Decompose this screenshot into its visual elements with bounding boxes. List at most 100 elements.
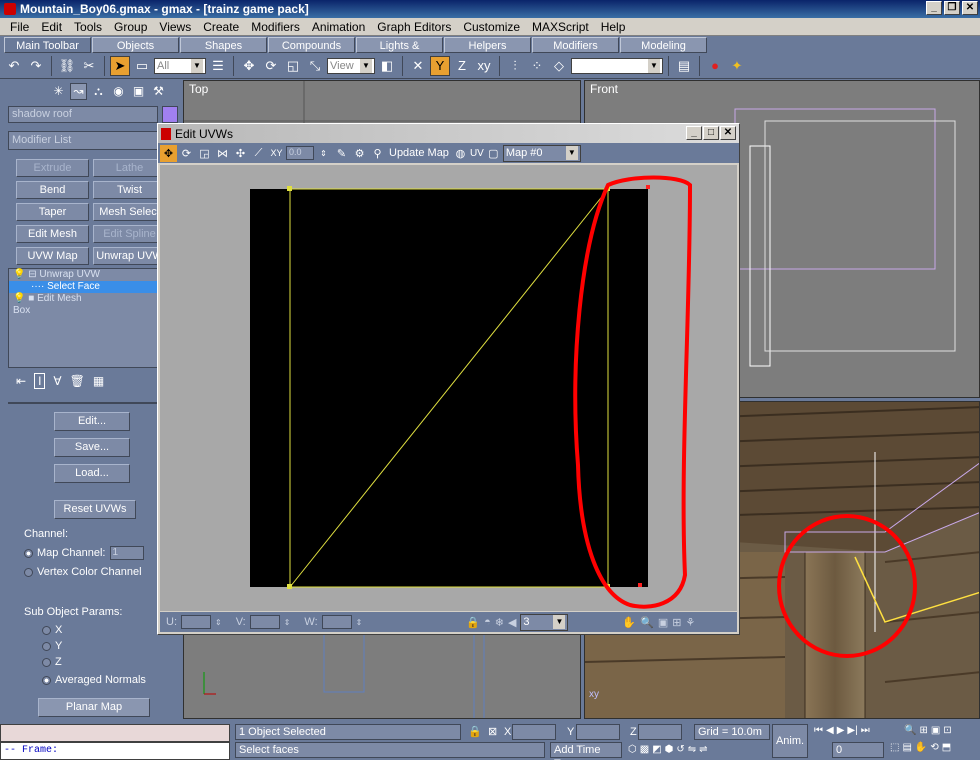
- zoom-all-icon[interactable]: ⊞: [919, 725, 927, 736]
- object-name-field[interactable]: shadow roof: [8, 106, 158, 123]
- reset-uvws-button[interactable]: Reset UVWs: [54, 500, 136, 519]
- axis-xy-icon[interactable]: xy: [474, 56, 494, 76]
- map-select[interactable]: Map #0 ▼: [502, 144, 581, 162]
- axis-z-radio[interactable]: Z: [42, 656, 62, 668]
- uvw-scale-icon[interactable]: ◲: [196, 145, 213, 162]
- edit-spline-button[interactable]: Edit Spline: [93, 225, 166, 243]
- pivot-icon[interactable]: ◧: [377, 56, 397, 76]
- tab-shapes[interactable]: Shapes: [180, 37, 267, 53]
- lathe-button[interactable]: Lathe: [93, 159, 166, 177]
- select-by-name-icon[interactable]: ☰: [208, 56, 228, 76]
- save-button[interactable]: Save...: [54, 438, 130, 457]
- mesh-select-button[interactable]: Mesh Select: [93, 203, 166, 221]
- uvw-draw-icon[interactable]: ⟋: [250, 145, 267, 162]
- material-editor-icon[interactable]: ●: [705, 56, 725, 76]
- uvw-break-icon[interactable]: ✣: [232, 145, 249, 162]
- u-spinner[interactable]: [181, 615, 211, 629]
- uvw-spinner-field[interactable]: 0.0: [286, 146, 314, 160]
- freeze-icon[interactable]: ❄: [495, 616, 504, 629]
- x-coord-field[interactable]: [512, 724, 556, 740]
- y-coord-field[interactable]: [576, 724, 620, 740]
- add-time-tag-button[interactable]: Add Time Tag: [550, 742, 622, 760]
- edit-mesh-button[interactable]: Edit Mesh: [16, 225, 89, 243]
- nav-tool-2-icon[interactable]: ⇋: [688, 744, 696, 755]
- menu-help[interactable]: Help: [595, 20, 632, 34]
- unwrap-uvw-button[interactable]: Unwrap UVW: [93, 247, 166, 265]
- uvw-weld-icon[interactable]: ⚲: [369, 145, 386, 162]
- map-channel-spinner[interactable]: 1: [109, 546, 144, 560]
- menu-tools[interactable]: Tools: [68, 20, 108, 34]
- pan-view-icon[interactable]: ✋: [915, 742, 927, 753]
- restore-button[interactable]: ❐: [944, 1, 960, 15]
- menu-customize[interactable]: Customize: [457, 20, 526, 34]
- region-zoom-icon[interactable]: ⬚: [890, 742, 899, 753]
- hierarchy-tab-icon[interactable]: ⛬: [90, 83, 107, 100]
- undo-icon[interactable]: ↶: [4, 56, 24, 76]
- v-spin-arrows-icon[interactable]: ⇕: [284, 618, 291, 627]
- vertex-color-radio[interactable]: Vertex Color Channel: [24, 566, 142, 578]
- viewport-label[interactable]: Front: [590, 82, 618, 96]
- menu-animation[interactable]: Animation: [306, 20, 371, 34]
- uvw-editor-canvas[interactable]: [160, 165, 737, 611]
- zoom-extents-all-icon[interactable]: ⊡: [943, 725, 951, 736]
- z-coord-field[interactable]: [638, 724, 682, 740]
- uvw-xy-icon[interactable]: XY: [268, 145, 285, 162]
- make-unique-icon[interactable]: ∀: [53, 374, 61, 388]
- tab-main-toolbar[interactable]: Main Toolbar: [4, 37, 91, 53]
- render-icon[interactable]: ✦: [727, 56, 747, 76]
- arc-rotate-icon[interactable]: ⟲: [930, 742, 938, 753]
- map-channel-radio[interactable]: Map Channel: 1: [24, 546, 144, 560]
- viewport-label[interactable]: Top: [189, 82, 208, 96]
- spinner-snap-icon[interactable]: ⬢: [665, 744, 674, 755]
- uvw-pick-icon[interactable]: ✎: [333, 145, 350, 162]
- create-tab-icon[interactable]: ✳: [50, 83, 67, 100]
- axis-x-radio[interactable]: X: [42, 624, 62, 636]
- pin-stack-icon[interactable]: ⇤: [16, 374, 26, 388]
- animate-button[interactable]: Anim.: [772, 724, 808, 758]
- maximize-viewport-icon[interactable]: ⬒: [942, 742, 951, 753]
- axis-y-icon[interactable]: Y: [430, 55, 450, 76]
- v-spinner[interactable]: [249, 615, 280, 629]
- menu-group[interactable]: Group: [108, 20, 153, 34]
- play-icon[interactable]: ▶: [837, 725, 845, 736]
- uvw-move-icon[interactable]: ✥: [160, 144, 177, 162]
- update-map-button[interactable]: Update Map: [389, 147, 449, 159]
- uv-toggle-button[interactable]: UV: [470, 148, 484, 159]
- mirror-icon[interactable]: ⫶: [505, 56, 525, 76]
- stack-item-edit-mesh[interactable]: 💡 ■ Edit Mesh: [9, 293, 157, 305]
- zoom-extents-icon[interactable]: ▣: [931, 725, 940, 736]
- modifier-list-dropdown[interactable]: Modifier List: [8, 131, 158, 150]
- lock-icon[interactable]: 🔒: [468, 725, 482, 738]
- tab-modifiers[interactable]: Modifiers: [532, 37, 619, 53]
- nav-tool-1-icon[interactable]: ↺: [676, 744, 684, 755]
- axis-x-icon[interactable]: ✕: [408, 56, 428, 76]
- stack-item-box[interactable]: Box: [9, 305, 157, 317]
- remove-modifier-icon[interactable]: 🗑: [70, 374, 85, 388]
- unlink-icon[interactable]: ✂: [79, 56, 99, 76]
- minimize-button[interactable]: _: [926, 1, 942, 15]
- align-icon[interactable]: ◇: [549, 56, 569, 76]
- squash-icon[interactable]: ⤡: [305, 56, 325, 76]
- utilities-tab-icon[interactable]: ⚒: [150, 83, 167, 100]
- motion-tab-icon[interactable]: ◉: [110, 83, 127, 100]
- menu-maxscript[interactable]: MAXScript: [526, 20, 595, 34]
- absolute-mode-icon[interactable]: ⊠: [488, 725, 497, 738]
- lock-selection-icon[interactable]: 🔒: [466, 616, 480, 629]
- hide-icon[interactable]: ◓: [484, 616, 491, 628]
- pan-icon[interactable]: ✋: [622, 616, 636, 629]
- go-to-start-icon[interactable]: ⏮: [814, 725, 823, 736]
- zoom-icon[interactable]: 🔍: [904, 725, 916, 736]
- ref-coord-select[interactable]: View ▼: [327, 57, 375, 74]
- zoom-icon[interactable]: 🔍: [640, 616, 654, 629]
- menu-edit[interactable]: Edit: [35, 20, 68, 34]
- modify-tab-icon[interactable]: ↝: [70, 82, 87, 100]
- next-frame-icon[interactable]: ▶|: [847, 725, 857, 736]
- uvw-options-icon[interactable]: ⚙: [351, 145, 368, 162]
- uvw-rotate-icon[interactable]: ⟳: [178, 145, 195, 162]
- zoom-region-icon[interactable]: ▣: [658, 616, 668, 629]
- menu-file[interactable]: File: [4, 20, 35, 34]
- angle-snap-icon[interactable]: ▩: [640, 744, 649, 755]
- tab-lights-cameras[interactable]: Lights & Cameras: [356, 37, 443, 68]
- filter-icon[interactable]: ◀: [508, 616, 516, 629]
- uvw-properties-icon[interactable]: ▢: [485, 145, 502, 162]
